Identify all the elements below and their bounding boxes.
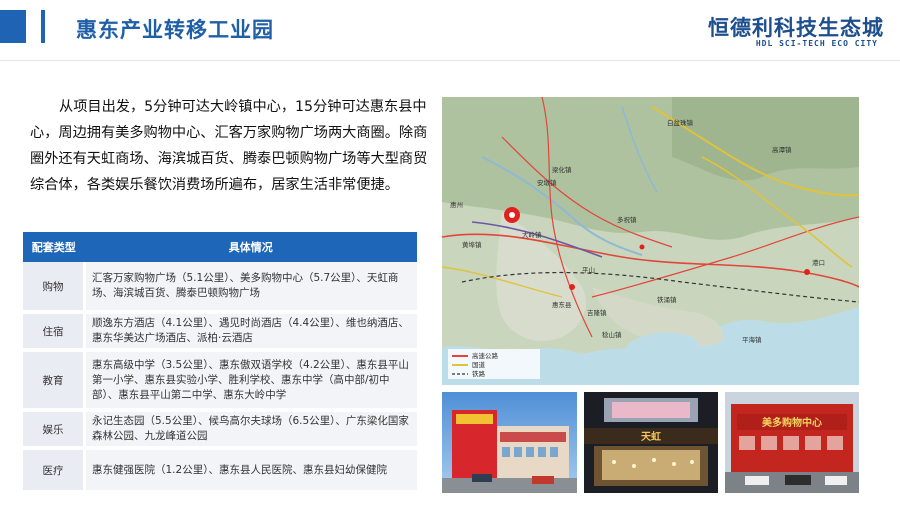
- table-row: 教育 惠东高级中学（3.5公里）、惠东傲双语学校（4.2公里）、惠东县平山第一小…: [23, 350, 417, 412]
- map-label: 稔山镇: [602, 330, 622, 339]
- map-label: 多祝镇: [617, 215, 637, 224]
- page-title: 惠东产业转移工业园: [76, 18, 274, 42]
- map-label: 梁化镇: [552, 165, 572, 174]
- map-label: 铁涌镇: [657, 295, 677, 304]
- brand-logo-en: HDL SCI-TECH ECO CITY: [755, 39, 878, 48]
- map-label: 惠东县: [552, 300, 572, 309]
- map-label: 安墩镇: [537, 178, 557, 187]
- mountain-area: [672, 97, 859, 181]
- row-detail: 永记生态园（5.5公里）、候鸟高尔夫球场（6.5公里）、广东梁化国家森林公园、九…: [84, 410, 417, 450]
- row-detail: 惠东健强医院（1.2公里）、惠东县人民医院、惠东县妇幼保健院: [84, 448, 417, 494]
- column-header-detail: 具体情况: [84, 232, 417, 262]
- row-category: 医疗: [23, 448, 86, 494]
- row-category: 住宿: [23, 312, 86, 352]
- legend-label: 国道: [472, 360, 486, 369]
- table-row: 购物 汇客万家购物广场（5.1公里）、美多购物中心（5.7公里）、天虹商场、海滨…: [23, 262, 417, 314]
- photo-shopping-plaza: [442, 392, 577, 493]
- row-detail: 惠东高级中学（3.5公里）、惠东傲双语学校（4.2公里）、惠东县平山第一小学、惠…: [84, 350, 417, 412]
- store-sign-text: 美多购物中心: [762, 416, 822, 429]
- table-row: 住宿 顺逸东方酒店（4.1公里）、遇见时尚酒店（4.4公里）、维也纳酒店、惠东华…: [23, 312, 417, 352]
- row-detail: 汇客万家购物广场（5.1公里）、美多购物中心（5.7公里）、天虹商场、海滨城百货…: [84, 262, 417, 314]
- table-header-row: 配套类型 具体情况: [23, 232, 417, 262]
- legend-label: 铁路: [472, 369, 486, 378]
- map-label: 港口: [812, 258, 825, 267]
- row-category: 教育: [23, 350, 86, 412]
- map-label: 吉隆镇: [587, 308, 607, 317]
- amenities-table: 配套类型 具体情况 购物 汇客万家购物广场（5.1公里）、美多购物中心（5.7公…: [23, 232, 417, 494]
- row-category: 购物: [23, 262, 86, 314]
- table-row: 娱乐 永记生态园（5.5公里）、候鸟高尔夫球场（6.5公里）、广东梁化国家森林公…: [23, 410, 417, 450]
- column-header-type: 配套类型: [23, 232, 85, 262]
- map-label: 惠州: [450, 200, 463, 209]
- photo-tianhong-storefront: 天虹: [584, 392, 718, 493]
- table-row: 医疗 惠东健强医院（1.2公里）、惠东县人民医院、惠东县妇幼保健院: [23, 448, 417, 494]
- row-category: 娱乐: [23, 410, 86, 450]
- map-label: 黄埠镇: [462, 240, 482, 249]
- store-sign-text: 天虹: [641, 430, 661, 443]
- map-label: 高潭镇: [772, 145, 792, 154]
- location-map: 安墩镇 白盆珠镇 多祝镇 高潭镇 梁化镇 大岭镇 平山 惠东县 吉隆镇 稔山镇 …: [442, 97, 859, 385]
- photo-meiduo-center: 美多购物中心: [725, 392, 859, 493]
- header-accent-bar: [41, 10, 45, 43]
- map-label: 平海镇: [742, 335, 762, 344]
- map-label: 平山: [582, 265, 595, 274]
- map-legend: 高速公路 国道 铁路: [448, 349, 540, 379]
- town-marker: [639, 244, 645, 250]
- project-location-pin-dot: [509, 212, 515, 218]
- intro-paragraph: 从项目出发，5分钟可达大岭镇中心，15分钟可达惠东县中心，周边拥有美多购物中心、…: [30, 99, 428, 193]
- slide-header: 惠东产业转移工业园 恒德利科技生态城 HDL SCI-TECH ECO CITY: [0, 0, 900, 62]
- map-label: 大岭镇: [522, 230, 542, 239]
- header-divider: [0, 60, 900, 61]
- town-marker: [569, 284, 575, 290]
- header-accent-block: [0, 10, 26, 43]
- row-detail: 顺逸东方酒店（4.1公里）、遇见时尚酒店（4.4公里）、维也纳酒店、惠东华美达广…: [84, 312, 417, 352]
- town-marker: [804, 269, 810, 275]
- map-label: 白盆珠镇: [667, 118, 694, 127]
- brand-logo-cn: 恒德利科技生态城: [708, 16, 884, 40]
- legend-label: 高速公路: [472, 351, 499, 360]
